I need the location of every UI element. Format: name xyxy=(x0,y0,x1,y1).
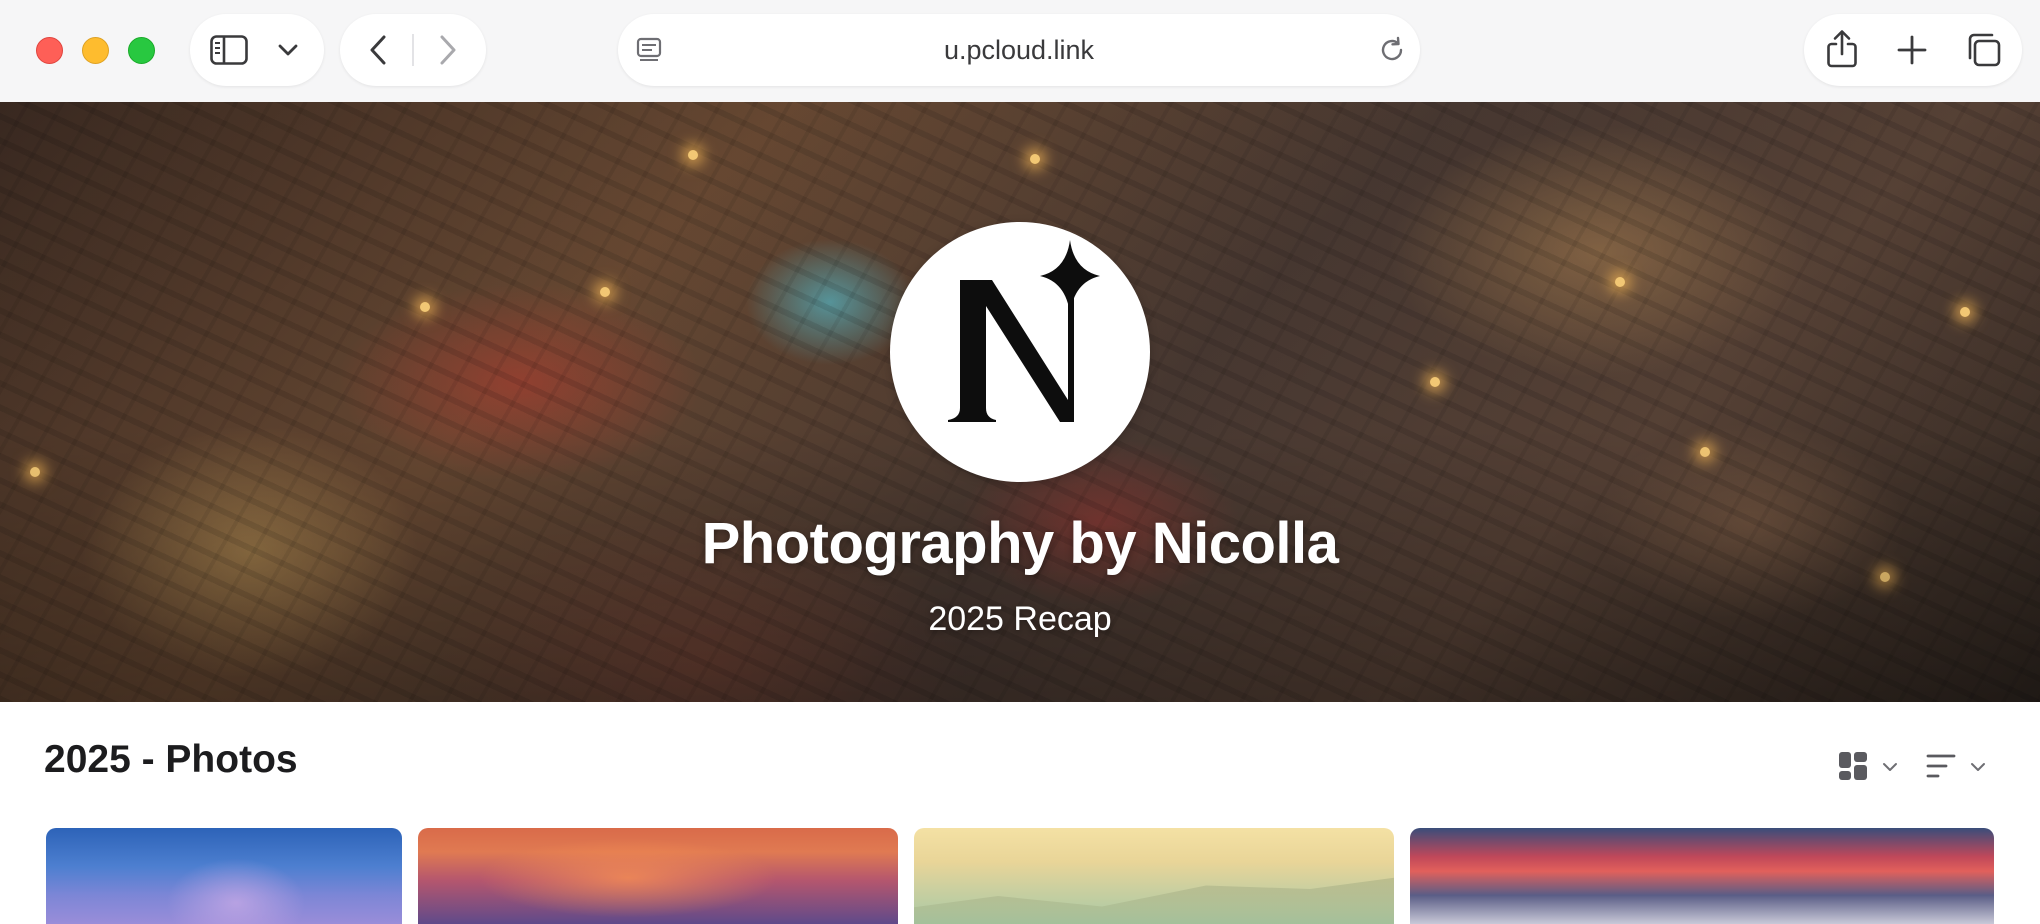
sort-icon xyxy=(1926,752,1956,785)
tabs-icon[interactable] xyxy=(1964,30,2004,70)
hero-title: Photography by Nicolla xyxy=(701,511,1339,576)
sidebar-controls xyxy=(190,14,324,86)
browser-toolbar: u.pcloud.link xyxy=(0,0,2040,102)
nav-divider xyxy=(412,34,414,66)
minimize-window-button[interactable] xyxy=(82,37,109,64)
photo-thumbnail[interactable] xyxy=(1410,828,1994,924)
brand-logo xyxy=(890,222,1150,482)
view-mode-dropdown[interactable] xyxy=(1838,748,1898,788)
hero-subtitle: 2025 Recap xyxy=(928,600,1112,638)
close-window-button[interactable] xyxy=(36,37,63,64)
plus-icon[interactable] xyxy=(1894,32,1930,68)
back-icon[interactable] xyxy=(360,32,396,68)
section-title: 2025 - Photos xyxy=(44,738,298,781)
reload-icon[interactable] xyxy=(1376,34,1408,66)
forward-icon[interactable] xyxy=(430,32,466,68)
photo-thumbnail[interactable] xyxy=(418,828,898,924)
sort-dropdown[interactable] xyxy=(1926,748,1986,788)
chevron-down-icon xyxy=(1970,759,1986,777)
grid-view-icon xyxy=(1838,751,1868,786)
photo-thumbnail[interactable] xyxy=(914,828,1394,924)
chevron-down-icon xyxy=(1882,759,1898,777)
photo-thumbnail[interactable] xyxy=(46,828,402,924)
navigation-controls xyxy=(340,14,486,86)
share-icon[interactable] xyxy=(1822,28,1862,70)
sidebar-icon[interactable] xyxy=(208,32,250,68)
chevron-down-icon[interactable] xyxy=(274,38,302,62)
maximize-window-button[interactable] xyxy=(128,37,155,64)
address-bar[interactable]: u.pcloud.link xyxy=(618,14,1420,86)
hero-banner: Photography by Nicolla 2025 Recap xyxy=(0,102,2040,702)
address-text: u.pcloud.link xyxy=(943,35,1095,65)
toolbar-actions xyxy=(1804,14,2022,86)
logo-mark xyxy=(948,240,1100,422)
